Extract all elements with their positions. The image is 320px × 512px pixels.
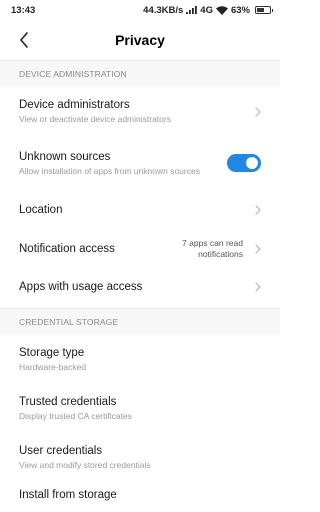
unknown-sources-title: Unknown sources xyxy=(19,150,111,163)
notification-access-item[interactable]: Notification access 7 apps can read noti… xyxy=(0,230,280,268)
storage-type-title: Storage type xyxy=(19,347,85,359)
section-header-device-administration: DEVICE ADMINISTRATION xyxy=(0,60,280,87)
status-indicators: 44.3KB/s 4G 63% xyxy=(143,4,273,16)
device-administrators-summary: View or deactivate device administrators xyxy=(19,114,171,124)
trusted-credentials-title: Trusted credentials xyxy=(19,396,117,408)
user-credentials-title: User credentials xyxy=(19,445,103,457)
cellular-signal-icon xyxy=(186,6,198,14)
status-bar: 13:43 44.3KB/s 4G 63% xyxy=(0,0,280,20)
trusted-credentials-item[interactable]: Trusted credentials Display trusted CA c… xyxy=(0,384,280,433)
app-header: Privacy xyxy=(0,20,280,60)
unknown-sources-toggle[interactable] xyxy=(227,154,261,172)
location-item[interactable]: Location xyxy=(0,190,280,230)
section-header-credential-storage: CREDENTIAL STORAGE xyxy=(0,308,280,335)
chevron-right-icon xyxy=(251,281,261,293)
device-administrators-item[interactable]: Device administrators View or deactivate… xyxy=(0,87,280,136)
trusted-credentials-summary: Display trusted CA certificates xyxy=(19,411,132,421)
storage-type-item[interactable]: Storage type Hardware-backed xyxy=(0,335,280,384)
unknown-sources-item[interactable]: Unknown sources Allow installation of ap… xyxy=(0,136,280,190)
battery-level-fill xyxy=(257,8,264,12)
toggle-knob xyxy=(246,157,258,169)
chevron-right-icon xyxy=(251,204,261,216)
page-title: Privacy xyxy=(115,32,165,48)
storage-type-summary: Hardware-backed xyxy=(19,362,87,372)
network-speed: 44.3KB/s xyxy=(143,4,184,16)
install-from-storage-title: Install from storage xyxy=(19,489,117,501)
location-title: Location xyxy=(19,204,63,216)
unknown-sources-summary: Allow installation of apps from unknown … xyxy=(19,165,200,176)
notification-access-value: 7 apps can read notifications xyxy=(182,238,243,259)
user-credentials-summary: View and modify stored credentials xyxy=(19,460,151,470)
battery-percent: 63% xyxy=(230,4,250,16)
notification-access-title: Notification access xyxy=(19,243,115,255)
install-from-storage-item[interactable]: Install from storage xyxy=(0,482,280,512)
battery-icon xyxy=(255,6,273,14)
back-arrow-icon xyxy=(20,32,28,48)
status-time: 13:43 xyxy=(11,4,36,16)
back-button[interactable] xyxy=(14,30,34,50)
network-type: 4G xyxy=(200,4,213,16)
device-administrators-title: Device administrators xyxy=(19,99,130,111)
wifi-icon xyxy=(215,5,228,15)
chevron-right-icon xyxy=(251,243,261,255)
user-credentials-item[interactable]: User credentials View and modify stored … xyxy=(0,433,280,482)
usage-access-title: Apps with usage access xyxy=(19,281,143,293)
usage-access-item[interactable]: Apps with usage access xyxy=(0,268,280,306)
chevron-right-icon xyxy=(251,106,261,118)
